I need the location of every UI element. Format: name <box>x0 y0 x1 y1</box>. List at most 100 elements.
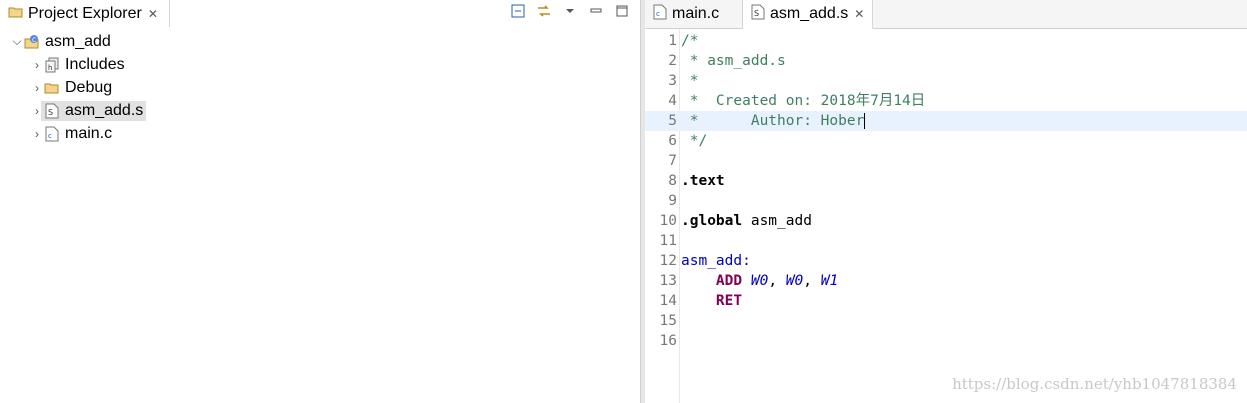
folder-icon <box>8 4 24 24</box>
watermark-text: https://blog.csdn.net/yhb1047818384 <box>952 375 1237 393</box>
line-number: 4 <box>668 93 677 109</box>
close-icon[interactable]: ✕ <box>854 7 864 21</box>
svg-text:c: c <box>48 132 52 140</box>
close-icon[interactable]: ✕ <box>148 7 158 21</box>
line-number: 2 <box>668 53 677 69</box>
directive-arg: asm_add <box>742 213 812 229</box>
tab-label: main.c <box>672 5 720 22</box>
tree-item-main-c[interactable]: › c main.c <box>0 122 640 145</box>
comment-text: /* <box>681 33 699 49</box>
asm-file-icon: S <box>44 103 60 119</box>
code-editor: c main.c S asm_add.s ✕ 1/* 2 * asm_add.s… <box>645 0 1247 403</box>
chevron-right-icon[interactable]: › <box>30 127 44 141</box>
tree-item-label: main.c <box>65 124 113 142</box>
tree-item-project[interactable]: ⌵ C asm_add <box>0 30 640 53</box>
collapse-all-icon[interactable] <box>510 3 526 19</box>
c-project-icon: C <box>24 34 40 50</box>
comment-text: */ <box>681 133 708 149</box>
line-number: 7 <box>668 153 677 169</box>
operand-separator: , <box>803 273 821 289</box>
tab-label: asm_add.s <box>770 5 849 22</box>
code-line: 13 ADD W0, W0, W1 <box>645 271 1247 291</box>
maximize-icon[interactable] <box>614 3 630 19</box>
view-toolbar <box>510 3 630 19</box>
text-caret <box>864 113 866 129</box>
chevron-right-icon[interactable]: › <box>30 58 44 72</box>
label-text: asm_add: <box>681 253 751 269</box>
code-line: 1/* <box>645 31 1247 51</box>
project-explorer-title: Project Explorer <box>28 4 142 22</box>
line-number: 8 <box>668 173 677 189</box>
line-number: 1 <box>668 33 677 49</box>
project-explorer-tab[interactable]: Project Explorer ✕ <box>0 0 170 27</box>
comment-text: * Created on: 2018年7月14日 <box>681 93 926 109</box>
code-line: 8 .text <box>645 171 1247 191</box>
minimize-icon[interactable] <box>588 3 604 19</box>
directive-text: .text <box>681 173 725 189</box>
line-number: 16 <box>659 333 677 349</box>
comment-text: * Author: Hober <box>681 113 865 129</box>
instruction-text: RET <box>715 293 743 309</box>
instruction-text: ADD <box>715 273 743 289</box>
code-line: 15 <box>645 311 1247 331</box>
comment-text: * <box>681 73 699 89</box>
tree-item-label: asm_add <box>45 32 111 50</box>
code-line: 2 * asm_add.s <box>645 51 1247 71</box>
comment-text: * asm_add.s <box>681 53 786 69</box>
asm-file-icon: S <box>751 4 765 25</box>
link-with-editor-icon[interactable] <box>536 3 552 19</box>
line-number: 13 <box>659 273 677 289</box>
code-line: 14 RET <box>645 291 1247 311</box>
line-number: 5 <box>668 113 677 129</box>
editor-tab-bar: c main.c S asm_add.s ✕ <box>645 0 1247 29</box>
svg-text:h: h <box>48 64 52 72</box>
svg-text:c: c <box>656 10 660 18</box>
register-operand: W0 <box>785 273 804 289</box>
line-number: 6 <box>668 133 677 149</box>
directive-text: .global <box>681 213 743 229</box>
line-number: 10 <box>659 213 677 229</box>
tree-item-label: Debug <box>65 78 113 96</box>
code-line: 9 <box>645 191 1247 211</box>
line-number: 11 <box>659 233 677 249</box>
code-line: 6 */ <box>645 131 1247 151</box>
c-file-icon: c <box>653 4 667 25</box>
svg-text:C: C <box>32 37 36 44</box>
project-tree: ⌵ C asm_add › h Includes › Debug › S asm… <box>0 30 640 145</box>
chevron-right-icon[interactable]: › <box>30 81 44 95</box>
code-line: 4 * Created on: 2018年7月14日 <box>645 91 1247 111</box>
code-line-current: 5 * Author: Hober <box>645 111 1247 131</box>
tree-item-includes[interactable]: › h Includes <box>0 53 640 76</box>
tab-main-c[interactable]: c main.c <box>645 0 743 28</box>
tab-asm-add-s[interactable]: S asm_add.s ✕ <box>743 0 874 29</box>
line-number: 14 <box>659 293 677 309</box>
includes-icon: h <box>44 57 60 73</box>
register-operand: W0 <box>742 273 769 289</box>
svg-text:S: S <box>754 9 759 18</box>
register-operand: W1 <box>820 273 839 289</box>
tree-item-debug[interactable]: › Debug <box>0 76 640 99</box>
folder-icon <box>44 80 60 96</box>
code-line: 10 .global asm_add <box>645 211 1247 231</box>
svg-text:S: S <box>48 108 53 117</box>
line-number: 15 <box>659 313 677 329</box>
chevron-down-icon[interactable]: ⌵ <box>10 34 24 49</box>
c-file-icon: c <box>44 126 60 142</box>
operand-separator: , <box>768 273 786 289</box>
code-line: 7 <box>645 151 1247 171</box>
code-line: 16 <box>645 331 1247 351</box>
code-area[interactable]: 1/* 2 * asm_add.s 3 * 4 * Created on: 20… <box>645 29 1247 403</box>
code-line: 11 <box>645 231 1247 251</box>
code-line: 12 asm_add: <box>645 251 1247 271</box>
view-menu-icon[interactable] <box>562 3 578 19</box>
tree-item-label: asm_add.s <box>65 101 144 119</box>
tree-item-label: Includes <box>65 55 125 73</box>
line-number: 9 <box>668 193 677 209</box>
project-explorer-view: Project Explorer ✕ ⌵ C asm_add › h Inclu… <box>0 0 640 403</box>
line-number: 12 <box>659 253 677 269</box>
line-number: 3 <box>668 73 677 89</box>
tree-item-asm-file[interactable]: › S asm_add.s <box>0 99 640 122</box>
code-line: 3 * <box>645 71 1247 91</box>
